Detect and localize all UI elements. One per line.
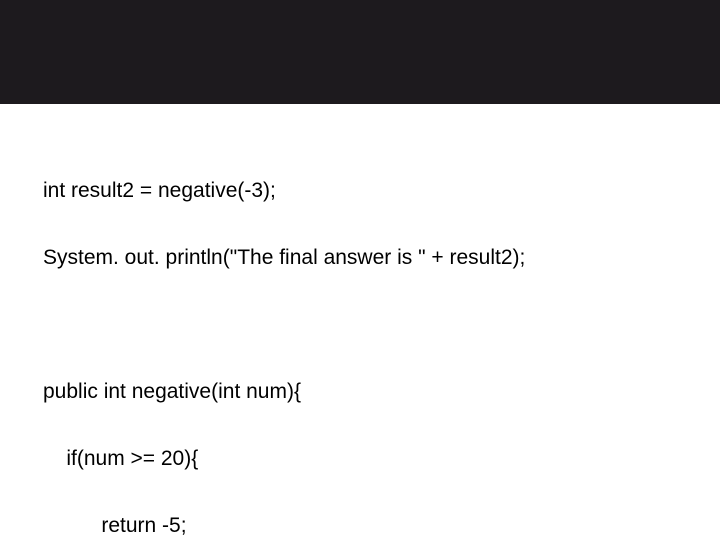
code-line: if(num >= 20){ <box>43 442 525 476</box>
blank-line <box>43 308 525 341</box>
code-line: int result2 = negative(-3); <box>43 174 525 208</box>
code-line: System. out. println("The final answer i… <box>43 241 525 275</box>
slide: int result2 = negative(-3); System. out.… <box>0 0 720 540</box>
code-line: return -5; <box>43 509 525 540</box>
code-block: int result2 = negative(-3); System. out.… <box>43 140 525 540</box>
code-line: public int negative(int num){ <box>43 375 525 409</box>
title-band <box>0 0 720 104</box>
